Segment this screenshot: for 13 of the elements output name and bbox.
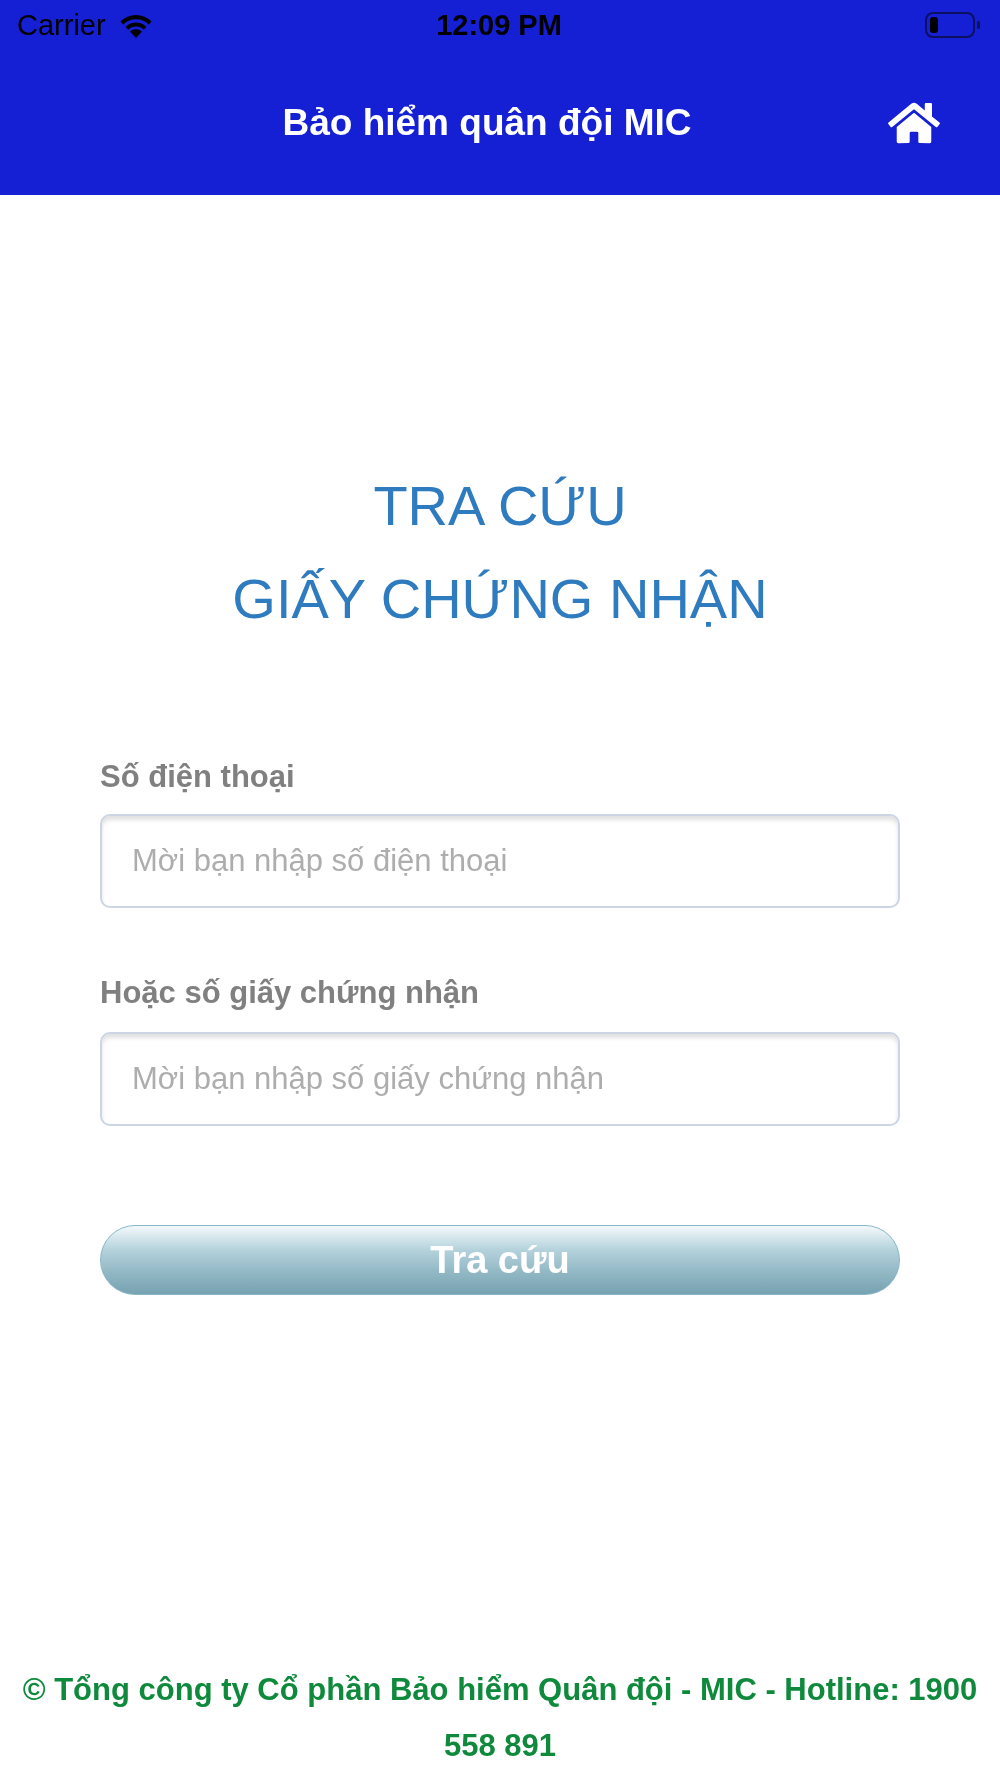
status-time: 12:09 PM (436, 10, 562, 40)
page-heading: TRA CỨU (373, 473, 627, 539)
header-title: Bảo hiểm quân đội MIC (282, 104, 692, 141)
carrier-label: Carrier (17, 10, 106, 40)
field-label: Hoặc số giấy chứng nhận (100, 975, 480, 1011)
footer-copyright: © Tổng công ty Cổ phần Bảo hiểm Quân đội - MIC - Hotline: 1900 558 891 (21, 1671, 979, 1765)
field-label: Số điện thoại (100, 759, 296, 795)
input-field[interactable]: Mời bạn nhập số giấy chứng nhận (100, 1032, 900, 1126)
input-field[interactable]: Mời bạn nhập số điện thoại (100, 814, 900, 908)
search-button[interactable]: Tra cứu (100, 1225, 900, 1295)
page-heading: GIẤY CHỨNG NHẬN (232, 566, 768, 632)
battery-icon (925, 12, 981, 38)
wifi-icon (117, 12, 154, 38)
